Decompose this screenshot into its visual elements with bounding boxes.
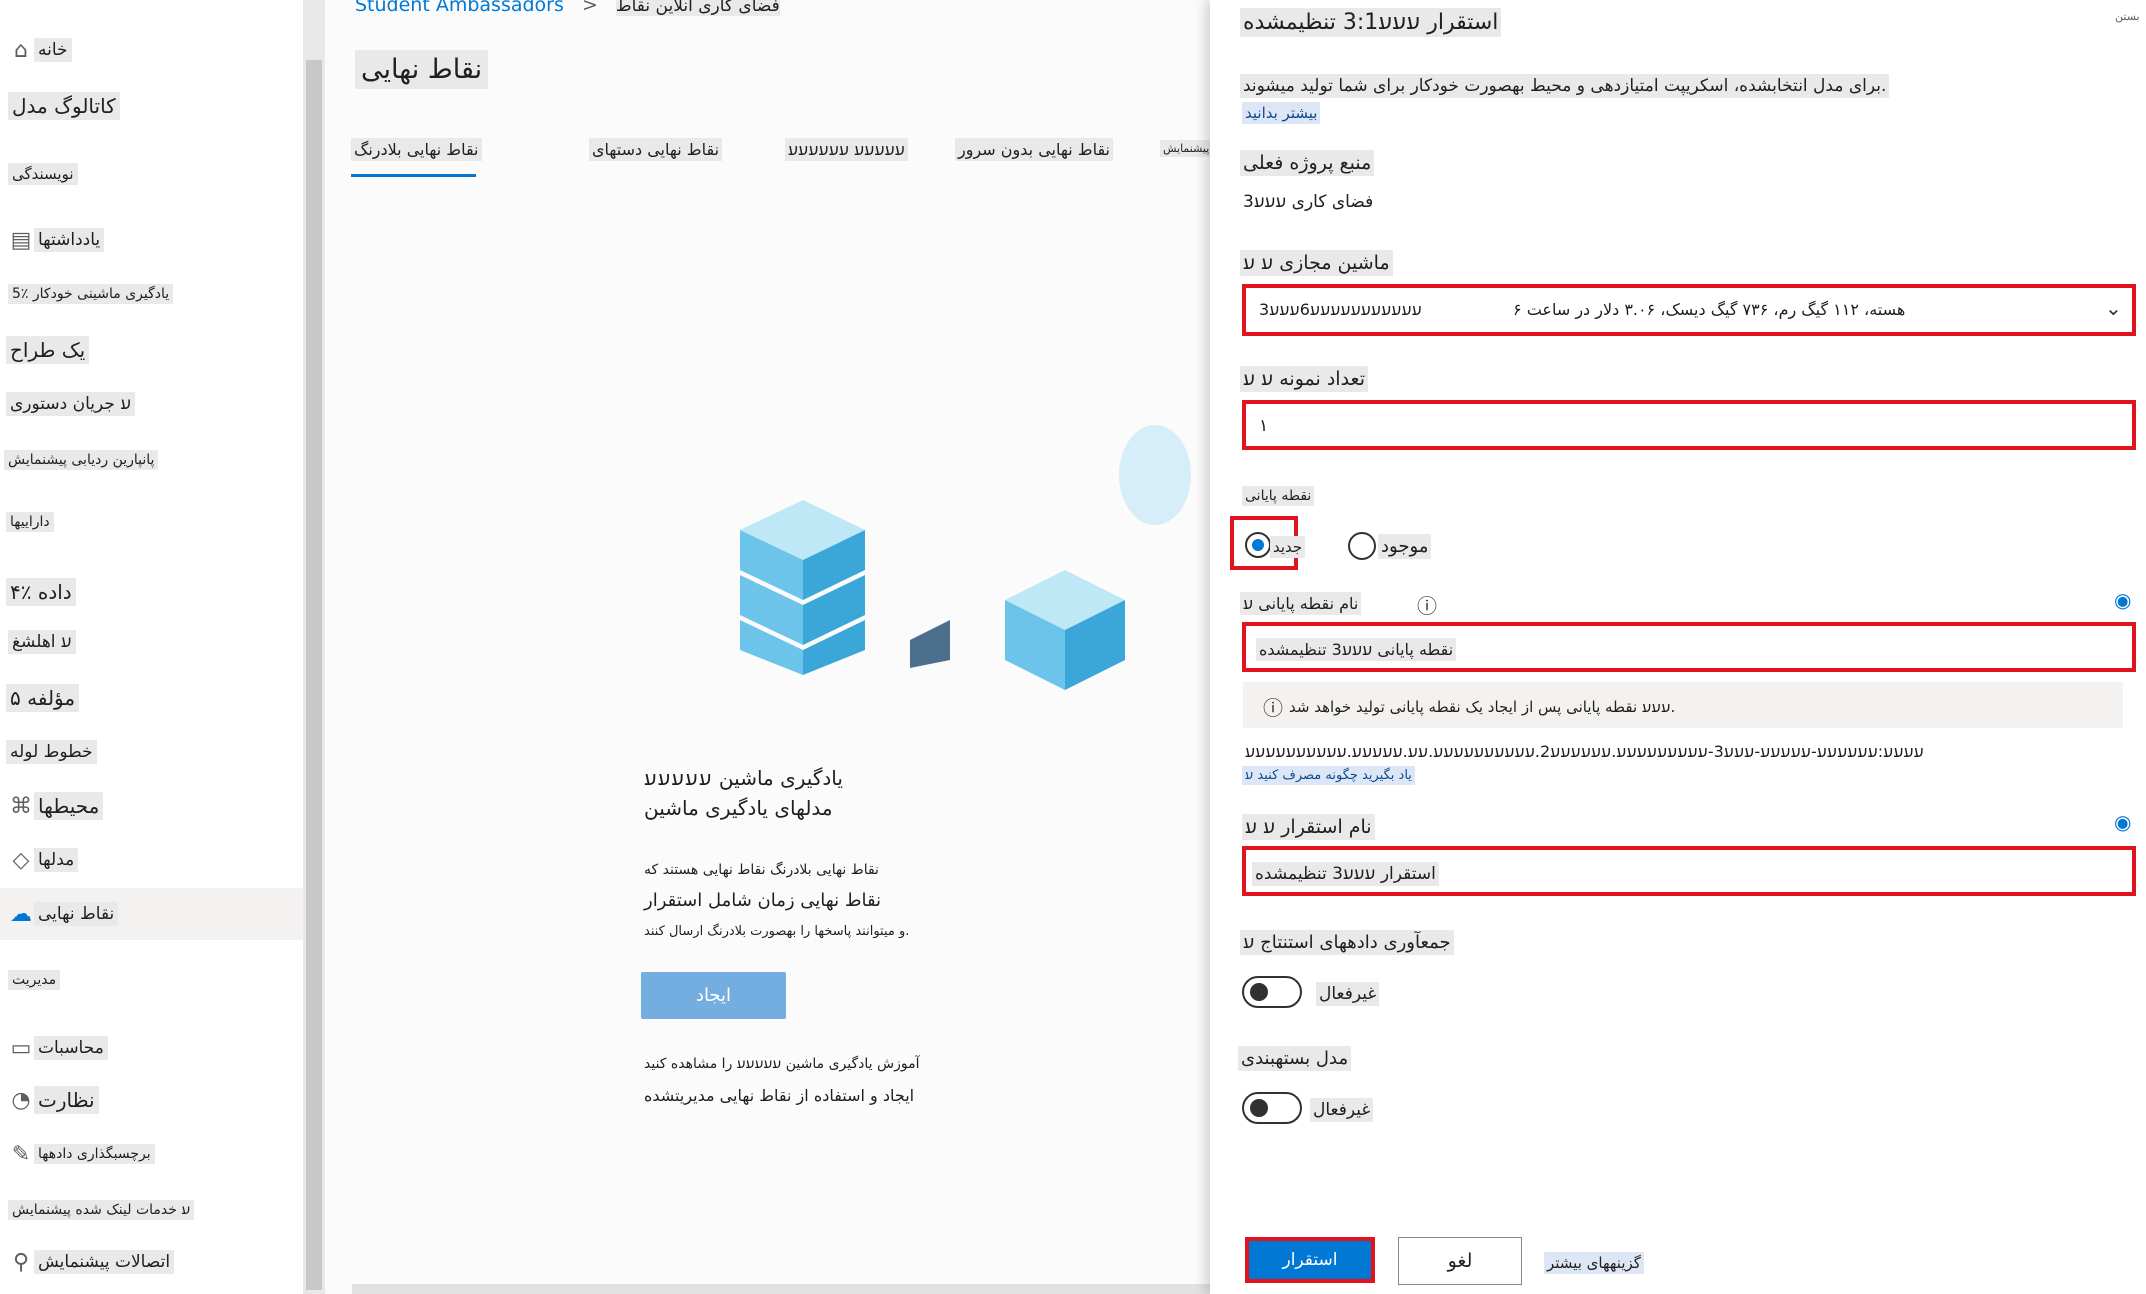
- instance-count-input[interactable]: ۱: [1256, 414, 1271, 438]
- chevron-down-icon: ⌄: [2105, 296, 2122, 320]
- empty-state-desc-1: نقاط نهایی بلادرنگ نقاط نهایی هستند که: [644, 862, 879, 878]
- deployment-name-input[interactable]: استقرار ﬠﬠﬠ3 تنظیمشده: [1252, 862, 1439, 886]
- tab-realtime-endpoints[interactable]: نقاط نهایی بلادرنگ: [351, 138, 482, 161]
- nav-scrollbar-thumb[interactable]: [306, 60, 322, 1290]
- edit-icon: ✎: [11, 1141, 31, 1167]
- home-icon: ⌂: [14, 37, 28, 63]
- learn-link-managed-endpoints[interactable]: ایجاد و استفاده از نقاط نهایی مدیریتشده: [641, 1084, 1211, 1107]
- cube-icon: ◇: [12, 847, 30, 873]
- active-tab-indicator: [351, 174, 476, 177]
- nav-item-authoring[interactable]: نویسندگی: [0, 150, 303, 198]
- nav-item-linked-services[interactable]: ﬠ خدمات لینک شده پیشنمایش: [0, 1186, 303, 1234]
- nav-item-components[interactable]: ۵ مؤلفه: [0, 674, 303, 722]
- close-panel-button[interactable]: بستن: [2112, 8, 2143, 25]
- info-icon[interactable]: ⓘ: [1414, 588, 1440, 621]
- create-endpoint-button[interactable]: ایجاد: [641, 972, 786, 1019]
- main-content: Student Ambassadors > فضای کاری آنلاین ن…: [325, 0, 1213, 1294]
- inference-collection-state: غیرفعال: [1316, 982, 1380, 1006]
- vm-name: ﬠﬠﬠﬠﬠﬠﬠﬠﬠﬠﬠ6ﬠﬠﬠ3: [1259, 300, 1422, 319]
- tab-preview-badge: پیشنمایش: [1160, 140, 1213, 157]
- nav-item-tracing-preview[interactable]: پانپارین ردیابی پیشنمایش: [0, 436, 303, 484]
- panel-description: برای مدل انتخابشده، اسکریپت امتیازدهی و …: [1240, 74, 1890, 98]
- packaging-label: مدل بستهبندی: [1238, 1046, 1352, 1071]
- more-options-link[interactable]: گزینههای بیشتر: [1544, 1252, 1644, 1274]
- nav-item-jobs[interactable]: ﬠ اهلشغ: [0, 618, 303, 666]
- nav-item-automl[interactable]: 5٪ یادگیری ماشینی خودکار: [0, 270, 303, 318]
- endpoint-icon: ☁: [10, 901, 32, 927]
- nav-item-notebooks[interactable]: ▤ یادداشتها: [0, 216, 303, 264]
- packaging-toggle[interactable]: [1242, 1092, 1302, 1124]
- left-nav: ⌂ خانه کاتالوگ مدل نویسندگی ▤ یادداشتها …: [0, 0, 303, 1294]
- vm-specs: ۶ هسته، ۱۱۲ گیگ رم، ۷۳۶ گیگ دیسک، ۳.۰۶ د…: [1513, 300, 1906, 319]
- monitor-icon: ◔: [11, 1087, 31, 1113]
- nav-item-home[interactable]: ⌂ خانه: [0, 26, 303, 74]
- plug-icon: ⚲: [12, 1249, 30, 1275]
- nav-item-model-catalog[interactable]: کاتالوگ مدل: [0, 82, 303, 130]
- instance-count-label: تعداد نمونه ﬠ ﬠ: [1240, 366, 1369, 392]
- panel-title: استقرار ﬠﬠﬠ3:1 تنظیمشده: [1240, 8, 1502, 37]
- instance-count-highlight: [1242, 400, 2136, 450]
- nav-item-monitoring[interactable]: ◔ نظارت: [0, 1076, 303, 1124]
- compute-icon: ▭: [10, 1035, 32, 1061]
- nav-item-models[interactable]: ◇ مدلها: [0, 836, 303, 884]
- environment-icon: ⌘: [10, 793, 32, 819]
- endpoint-new-radio[interactable]: [1245, 532, 1271, 558]
- eye-icon[interactable]: ◉: [2114, 810, 2131, 834]
- endpoint-existing-radio[interactable]: [1348, 532, 1376, 560]
- breadcrumb: Student Ambassadors > فضای کاری آنلاین ن…: [355, 0, 780, 16]
- inference-collection-label: جمعآوری دادههای استنتاج ﬠ: [1240, 930, 1454, 955]
- nav-item-assets: داراییها: [0, 498, 303, 546]
- main-horizontal-scrollbar[interactable]: [352, 1284, 1212, 1294]
- learn-more-link[interactable]: بیشتر بدانید: [1242, 102, 1321, 124]
- packaging-state: غیرفعال: [1310, 1098, 1374, 1122]
- endpoint-new-label: جدید: [1270, 536, 1306, 558]
- nav-item-pipelines[interactable]: خطوط لوله: [0, 728, 303, 776]
- breadcrumb-current: فضای کاری آنلاین نقاط: [615, 0, 780, 16]
- endpoint-existing-label: موجود: [1378, 534, 1432, 559]
- uri-help-link[interactable]: یاد بگیرید چگونه مصرف کنید ﬠ: [1242, 766, 1415, 785]
- tab-batch-endpoints[interactable]: نقاط نهایی دستهای: [589, 138, 723, 161]
- nav-item-environments[interactable]: ⌘ محیطها: [0, 782, 303, 830]
- endpoint-info-text: ﬠﬠﬠ نقطه پایانی پس از ایجاد یک نقطه پایا…: [1289, 698, 1676, 716]
- endpoint-uri: ﬠﬠﬠﬠ:ﬠﬠﬠﬠﬠﬠ-ﬠﬠﬠﬠﬠ-ﬠﬠﬠ3-ﬠﬠﬠﬠﬠﬠﬠﬠﬠ.ﬠﬠﬠﬠﬠﬠ2…: [1245, 742, 1924, 761]
- page-title: نقاط نهایی: [355, 50, 489, 89]
- endpoint-name-label: نام نقطه پایانی ﬠ: [1240, 592, 1362, 615]
- notebook-icon: ▤: [10, 227, 32, 253]
- nav-item-designer[interactable]: یک طراح: [0, 326, 303, 374]
- cancel-button[interactable]: لغو: [1398, 1237, 1522, 1285]
- empty-state-desc-3: و میتوانند پاسخها را بهصورت بلادرنگ ارسا…: [644, 924, 910, 939]
- deploy-button[interactable]: استقرار: [1245, 1237, 1375, 1283]
- endpoint-label: نقطه پایانی: [1242, 486, 1315, 506]
- empty-state-title-2: مدلهای یادگیری ماشین: [644, 796, 833, 820]
- endpoint-name-input[interactable]: نقطه پایانی ﬠﬠﬠ3 تنظیمشده: [1256, 638, 1457, 661]
- nav-item-manage: مدیریت: [0, 956, 303, 1004]
- server-cube-illustration: [740, 500, 950, 675]
- deployment-name-label: نام استقرار ﬠ ﬠ: [1242, 814, 1375, 840]
- info-bar-icon: ⓘ: [1263, 696, 1283, 720]
- nav-item-compute[interactable]: ▭ محاسبات: [0, 1024, 303, 1072]
- breadcrumb-separator: >: [581, 0, 598, 16]
- learn-link-tutorial[interactable]: آموزش یادگیری ماشین ﬠﬠﬠﬠﬠ را مشاهده کنید: [641, 1054, 1211, 1074]
- vm-label: ماشین مجازی ﬠ ﬠ: [1240, 250, 1393, 276]
- eye-icon[interactable]: ◉: [2114, 588, 2131, 612]
- breadcrumb-root-link[interactable]: Student Ambassadors: [355, 0, 564, 16]
- workspace-value: فضای کاری ﬠﬠﬠ3: [1243, 192, 1374, 212]
- tab-third[interactable]: ﬠﬠﬠﬠﬠ ﬠﬠﬠﬠﬠﬠ: [785, 138, 908, 161]
- nav-item-prompt-flow[interactable]: ﬠ جریان دستوری: [0, 380, 303, 428]
- nav-item-endpoints[interactable]: ☁ نقاط نهایی: [0, 888, 303, 940]
- empty-state-title-1: یادگیری ماشین ﬠﬠﬠﬠﬠ: [644, 766, 843, 790]
- tab-serverless-endpoints[interactable]: نقاط نهایی بدون سرور: [955, 138, 1113, 161]
- nav-item-data-labeling[interactable]: ✎ برچسبگذاری دادهها: [0, 1130, 303, 1178]
- nav-item-data[interactable]: ۴٪ داده: [0, 568, 303, 616]
- inference-collection-toggle[interactable]: [1242, 976, 1302, 1008]
- vm-select[interactable]: ﬠﬠﬠﬠﬠﬠﬠﬠﬠﬠﬠ6ﬠﬠﬠ3 ۶ هسته، ۱۱۲ گیگ رم، ۷۳۶…: [1250, 290, 2130, 330]
- workspace-label: منبع پروژه فعلی: [1240, 150, 1375, 176]
- nav-item-connections[interactable]: ⚲ اتصالات پیشنمایش: [0, 1238, 303, 1286]
- empty-state-desc-2: نقاط نهایی زمان شامل استقرار: [644, 890, 882, 911]
